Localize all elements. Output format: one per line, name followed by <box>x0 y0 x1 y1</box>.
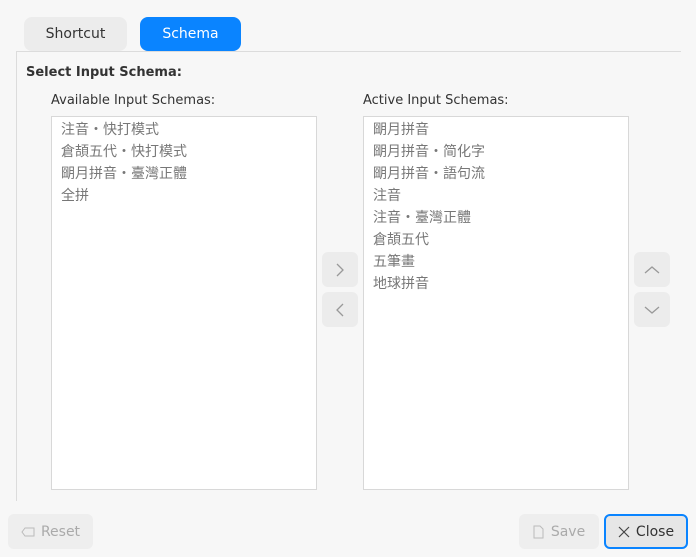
list-item[interactable]: 地球拼音 <box>373 273 619 295</box>
tab-schema[interactable]: Schema <box>140 17 241 51</box>
list-item[interactable]: 五筆畫 <box>373 251 619 273</box>
list-item[interactable]: 朙月拼音・简化字 <box>373 141 619 163</box>
close-button[interactable]: Close <box>604 514 688 549</box>
chevron-right-icon <box>336 263 344 276</box>
list-item[interactable]: 朙月拼音・臺灣正體 <box>61 163 307 185</box>
active-label: Active Input Schemas: <box>363 93 509 108</box>
chevron-down-icon <box>644 306 660 314</box>
close-icon <box>618 526 630 537</box>
save-label: Save <box>550 523 586 540</box>
active-schemas-list[interactable]: 朙月拼音 朙月拼音・简化字 朙月拼音・語句流 注音 注音・臺灣正體 倉頡五代 五… <box>363 116 629 490</box>
list-item[interactable]: 注音・快打模式 <box>61 119 307 141</box>
list-item[interactable]: 全拼 <box>61 185 307 207</box>
available-label: Available Input Schemas: <box>51 93 216 108</box>
chevron-left-icon <box>336 303 344 316</box>
move-up-button[interactable] <box>634 252 670 287</box>
section-title: Select Input Schema: <box>26 65 182 80</box>
list-item[interactable]: 倉頡五代 <box>373 229 619 251</box>
reset-button[interactable]: Reset <box>8 514 93 549</box>
list-item[interactable]: 朙月拼音・語句流 <box>373 163 619 185</box>
close-label: Close <box>635 523 675 540</box>
available-schemas-list[interactable]: 注音・快打模式 倉頡五代・快打模式 朙月拼音・臺灣正體 全拼 <box>51 116 317 490</box>
save-button[interactable]: Save <box>519 514 599 549</box>
backspace-icon <box>21 527 35 536</box>
move-down-button[interactable] <box>634 292 670 327</box>
chevron-up-icon <box>644 265 660 273</box>
list-item[interactable]: 朙月拼音 <box>373 119 619 141</box>
list-item[interactable]: 注音・臺灣正體 <box>373 207 619 229</box>
list-item[interactable]: 注音 <box>373 185 619 207</box>
reset-label: Reset <box>40 523 81 540</box>
add-schema-button[interactable] <box>322 252 358 287</box>
save-file-icon <box>533 525 544 538</box>
list-item[interactable]: 倉頡五代・快打模式 <box>61 141 307 163</box>
tab-shortcut[interactable]: Shortcut <box>24 17 127 51</box>
remove-schema-button[interactable] <box>322 292 358 327</box>
